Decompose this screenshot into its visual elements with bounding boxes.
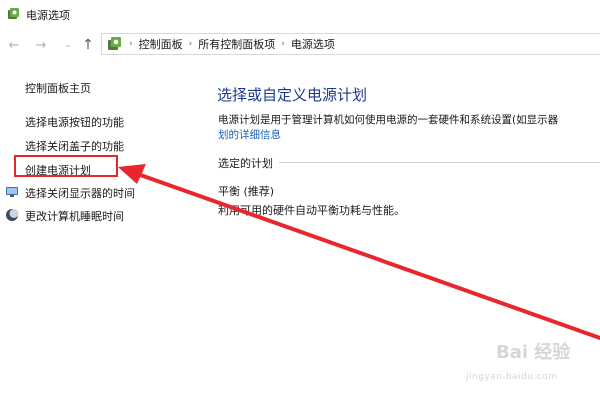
- highlight-box: [14, 155, 118, 177]
- chevron-down-icon[interactable]: ⌄: [60, 37, 76, 53]
- power-options-icon: [108, 37, 121, 50]
- watermark-url: jingyan.baidu.com: [466, 372, 558, 382]
- monitor-icon: [6, 187, 18, 197]
- title-bar: 电源选项: [0, 0, 600, 28]
- sidebar-home-link[interactable]: 控制面板主页: [25, 80, 91, 96]
- details-link[interactable]: 划的详细信息: [218, 127, 281, 142]
- watermark-logo: Bai 经验 jingyan.baidu.com: [452, 328, 594, 388]
- sidebar-item-lid-close[interactable]: 选择关闭盖子的功能: [25, 138, 124, 154]
- description-text: 电源计划是用于管理计算机如何使用电源的一套硬件和系统设置(如显示器: [218, 114, 559, 126]
- window-title: 电源选项: [26, 9, 70, 22]
- sidebar-item-display-off[interactable]: 选择关闭显示器的时间: [25, 185, 135, 201]
- up-arrow-icon[interactable]: ↑: [80, 37, 96, 53]
- chevron-right-icon: ›: [281, 39, 285, 49]
- page-title: 选择或自定义电源计划: [217, 86, 368, 104]
- address-bar[interactable]: › 控制面板 › 所有控制面板项 › 电源选项: [101, 33, 600, 55]
- back-arrow-icon[interactable]: ←: [6, 37, 22, 53]
- plan-name: 平衡 (推荐): [218, 185, 275, 198]
- power-options-icon: [8, 8, 19, 19]
- chevron-right-icon: ›: [129, 39, 133, 49]
- forward-arrow-icon[interactable]: →: [33, 37, 49, 53]
- selected-plan-label: 选定的计划: [218, 155, 279, 171]
- breadcrumb-control-panel[interactable]: 控制面板: [139, 36, 183, 52]
- moon-icon: [6, 209, 19, 221]
- chevron-right-icon: ›: [188, 39, 193, 49]
- breadcrumb-all-items[interactable]: 所有控制面板项: [198, 36, 275, 52]
- breadcrumb-power-options[interactable]: 电源选项: [291, 36, 335, 52]
- sidebar-item-sleep-time[interactable]: 更改计算机睡眠时间: [25, 208, 124, 224]
- watermark-text: Bai 经验: [496, 342, 571, 363]
- sidebar-item-power-button[interactable]: 选择电源按钮的功能: [25, 114, 124, 130]
- plan-description: 利用可用的硬件自动平衡功耗与性能。: [218, 204, 405, 217]
